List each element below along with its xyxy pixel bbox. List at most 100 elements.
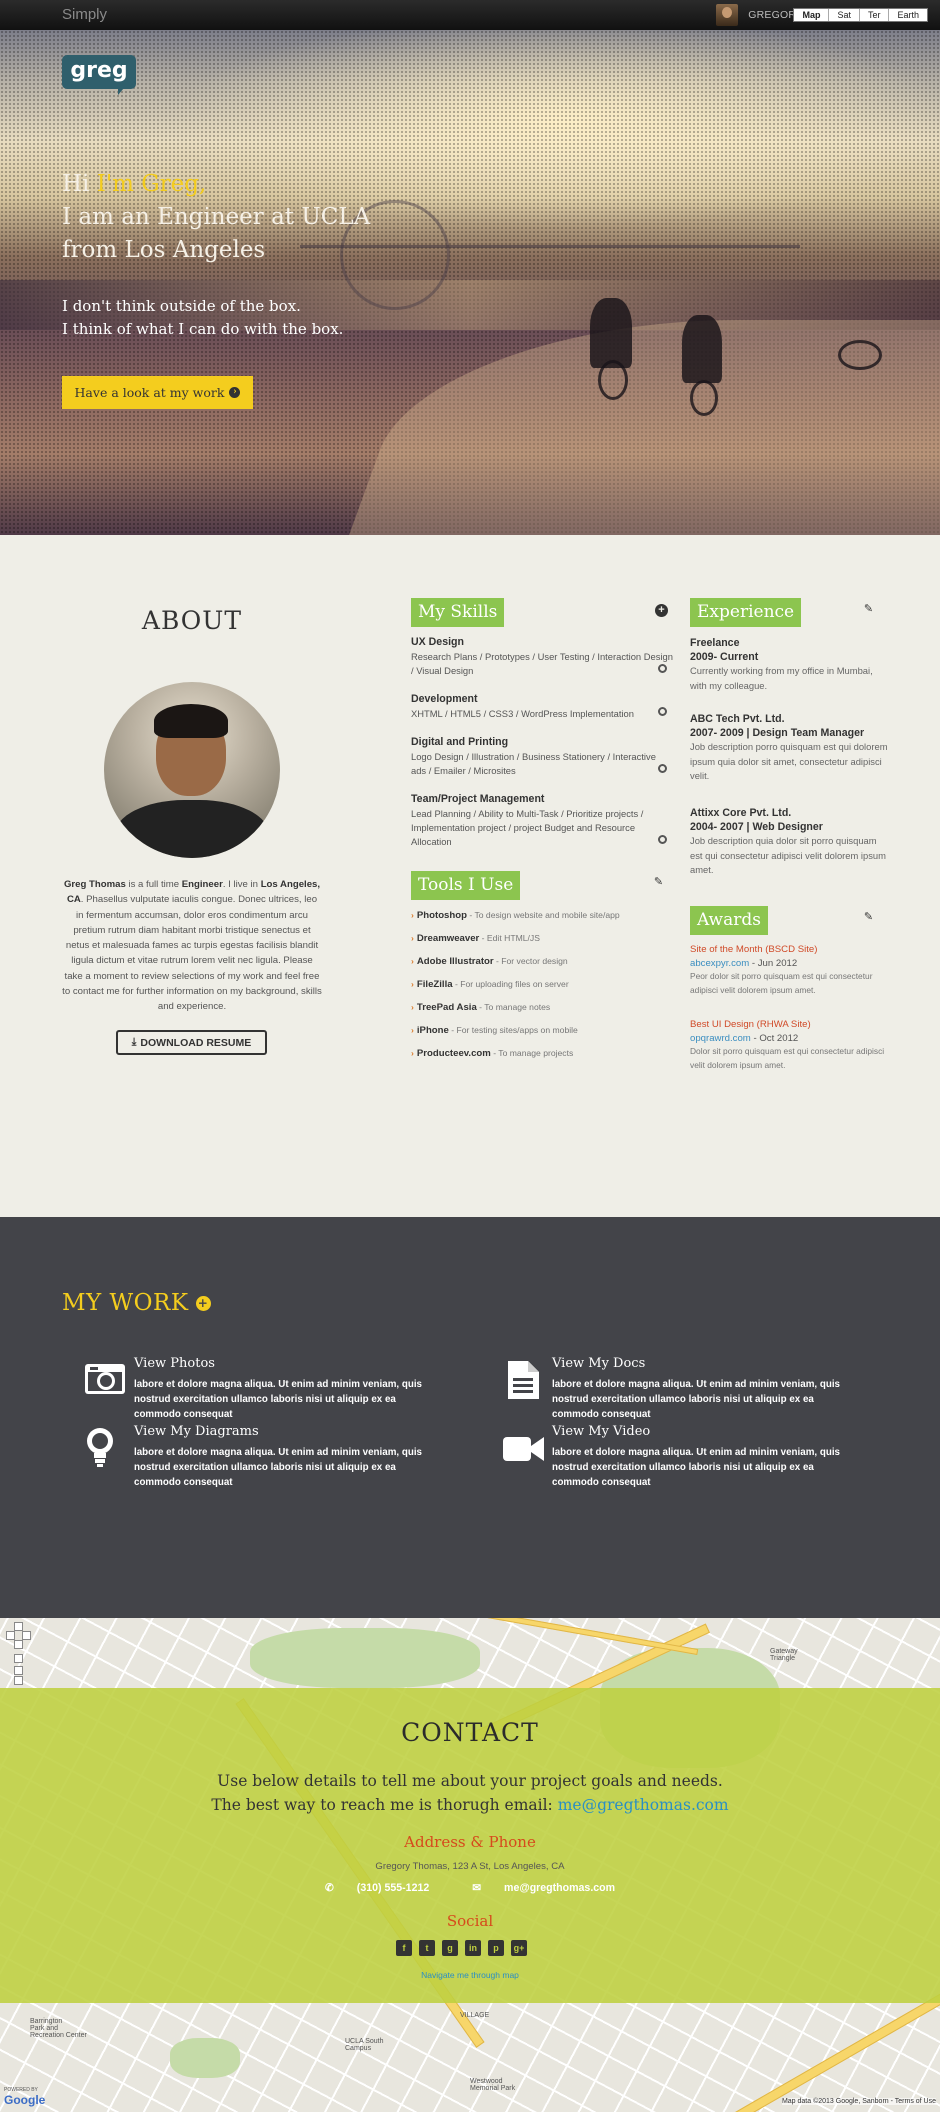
phone-icon: ✆ [324, 1882, 334, 1894]
social-links: f t g in p g+ [396, 1940, 527, 1956]
list-item: › Photoshop - To design website and mobil… [411, 910, 620, 921]
pinterest-icon[interactable]: p [488, 1940, 504, 1956]
view-diagrams-item[interactable]: View My Diagrams labore et dolore magna … [84, 1424, 424, 1488]
award-item: Site of the Month (BSCD Site) abcexpyr.c… [690, 944, 873, 995]
edit-icon[interactable]: ✎ [862, 603, 875, 616]
map-pan-zoom-control[interactable] [6, 1622, 32, 1685]
skill-item: Team/Project Management Lead Planning / A… [411, 792, 673, 849]
social-title: Social [446, 1912, 494, 1930]
google-plus-icon[interactable]: g+ [511, 1940, 527, 1956]
list-item: › Producteev.com - To manage projects [411, 1048, 574, 1059]
experience-item: Attixx Core Pvt. Ltd. 2004- 2007 | Web De… [690, 807, 886, 875]
award-link[interactable]: opqrawrd.com [690, 1033, 751, 1044]
hero-cyclist [682, 315, 722, 383]
contact-line-2: The best way to reach me is thorugh emai… [211, 1796, 729, 1814]
hero-banner [0, 30, 940, 535]
expand-icon[interactable] [658, 664, 667, 673]
contact-line-1: Use below details to tell me about your … [217, 1772, 723, 1790]
document-icon [508, 1361, 539, 1399]
hero-headline: Hi I'm Greg, I am an Engineer at UCLA fr… [62, 168, 370, 267]
plus-circle-icon[interactable]: + [655, 604, 668, 617]
download-icon: ⤓ [131, 1036, 137, 1048]
map-label: Westwood Memorial Park [470, 2078, 516, 2092]
github-icon[interactable]: g [442, 1940, 458, 1956]
twitter-icon[interactable]: t [419, 1940, 435, 1956]
hero-pier [300, 245, 800, 285]
hero-line-2: I am an Engineer at UCLA [62, 204, 371, 230]
hero-parked-bike [838, 340, 882, 370]
edit-icon[interactable]: ✎ [862, 911, 875, 924]
list-item: › iPhone - For testing sites/apps on mobi… [411, 1025, 578, 1036]
map-park [250, 1628, 480, 1688]
contact-details: ✆ (310) 555-1212 ✉ me@gregthomas.com [0, 1882, 940, 1894]
plus-circle-icon[interactable]: + [195, 1295, 211, 1311]
lightbulb-icon [87, 1428, 113, 1467]
view-work-label: Have a look at my work [74, 385, 225, 400]
list-item: › TreePad Asia - To manage notes [411, 1002, 551, 1013]
map-type-map[interactable]: Map [794, 9, 828, 21]
hero-cyclist [590, 298, 632, 368]
map-label: UCLA South Campus [345, 2038, 384, 2052]
skill-item: UX Design Research Plans / Prototypes / U… [411, 636, 673, 676]
about-title: ABOUT [141, 606, 243, 635]
experience-item: ABC Tech Pvt. Ltd. 2007- 2009 | Design Te… [690, 713, 888, 781]
expand-icon[interactable] [658, 835, 667, 844]
skill-item: Digital and Printing Logo Design / Illust… [411, 735, 673, 778]
download-resume-button[interactable]: ⤓ DOWNLOAD RESUME [116, 1030, 267, 1055]
map-label: VILLAGE [460, 2012, 490, 2019]
profile-photo [104, 682, 280, 858]
envelope-icon: ✉ [472, 1882, 482, 1894]
contact-title: CONTACT [401, 1718, 539, 1747]
list-item: › Dreamweaver - Edit HTML/JS [411, 933, 540, 944]
linkedin-icon[interactable]: in [465, 1940, 481, 1956]
experience-item: Freelance 2009- Current Currently working … [690, 637, 873, 691]
facebook-icon[interactable]: f [396, 1940, 412, 1956]
edit-icon[interactable]: ✎ [652, 876, 665, 889]
map-park [170, 2038, 240, 2078]
hero-tagline: I don't think outside of the box. I thin… [62, 295, 343, 341]
map-label: Barrington Park and Recreation Center [30, 2018, 87, 2039]
site-logo[interactable]: greg [62, 55, 136, 95]
skill-item: Development XHTML / HTML5 / CSS3 / WordPr… [411, 692, 673, 721]
hero-name: I'm Greg, [96, 171, 207, 197]
hero-bike-wheel [598, 360, 628, 400]
map-label: Gateway Triangle [770, 1648, 798, 1662]
google-logo: POWERED BY Google [4, 2087, 46, 2108]
address-title: Address & Phone [404, 1833, 536, 1851]
map-type-ter[interactable]: Ter [858, 9, 889, 21]
navigate-map-link[interactable]: Navigate me through map [0, 1970, 940, 1980]
map-type-control[interactable]: Map Sat Ter Earth [793, 8, 928, 22]
tools-title: Tools I Use [411, 871, 521, 900]
about-text: Greg Thomas is a full time Engineer. I l… [62, 879, 322, 1013]
view-photos-item[interactable]: View Photos labore et dolore magna aliqu… [84, 1356, 424, 1420]
map-type-earth[interactable]: Earth [888, 9, 927, 21]
contact-email-link[interactable]: me@gregthomas.com [558, 1796, 729, 1814]
award-link[interactable]: abcexpyr.com [690, 958, 749, 969]
view-work-button[interactable]: Have a look at my work › [62, 376, 253, 409]
experience-title: Experience [690, 598, 802, 627]
list-item: › FileZilla - For uploading files on serv… [411, 979, 569, 990]
view-video-item[interactable]: View My Video labore et dolore magna ali… [502, 1424, 842, 1488]
phone-item[interactable]: ✆ (310) 555-1212 [315, 1882, 439, 1894]
camera-icon [85, 1364, 125, 1394]
tools-list: › Photoshop - To design website and mobil… [411, 908, 673, 1069]
expand-icon[interactable] [658, 707, 667, 716]
hero-hi: Hi [62, 171, 97, 197]
list-item: › Adobe Illustrator - For vector design [411, 956, 568, 967]
arrow-circle-icon: › [229, 387, 241, 398]
hero-bike-wheel [690, 380, 718, 416]
expand-icon[interactable] [658, 764, 667, 773]
email-item[interactable]: ✉ me@gregthomas.com [462, 1882, 625, 1894]
hero-line-3: from Los Angeles [62, 237, 266, 263]
video-camera-icon [503, 1437, 544, 1461]
award-item: Best UI Design (RHWA Site) opqrawrd.com … [690, 1019, 885, 1070]
brand-link[interactable]: Simply [62, 6, 107, 23]
address-text: Gregory Thomas, 123 A St, Los Angeles, C… [375, 1861, 565, 1872]
map-type-sat[interactable]: Sat [828, 9, 859, 21]
work-title: MY WORK + [62, 1290, 211, 1316]
awards-title: Awards [690, 906, 768, 935]
view-docs-item[interactable]: View My Docs labore et dolore magna aliq… [502, 1356, 842, 1420]
avatar [716, 4, 739, 26]
map-copyright[interactable]: Map data ©2013 Google, Sanborn - Terms o… [781, 2098, 936, 2105]
hero-tagline-1: I don't think outside of the box. [62, 297, 301, 315]
